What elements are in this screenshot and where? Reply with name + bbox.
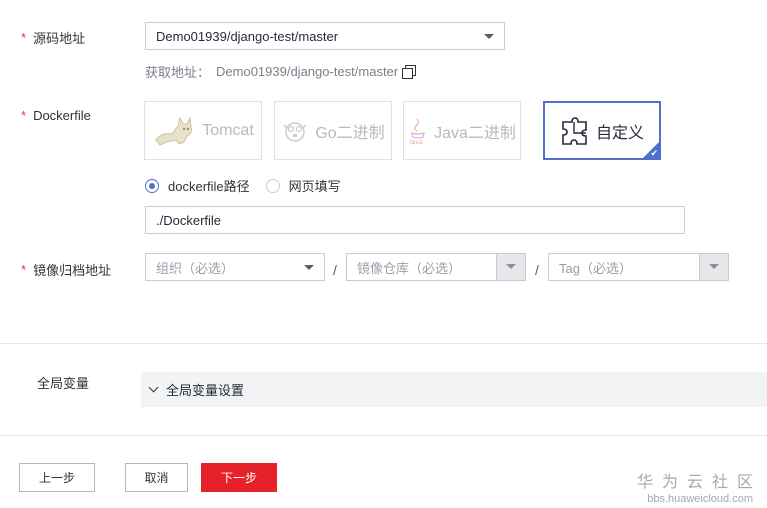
tile-java-binary[interactable]: Java Java二进制 — [403, 101, 521, 160]
radio-web-input[interactable]: 网页填写 — [265, 176, 341, 195]
fetch-address-hint: 获取地址： Demo01939/django-test/master — [145, 62, 417, 81]
svg-text:Java: Java — [409, 139, 423, 145]
required-asterisk: * — [21, 108, 27, 123]
org-select[interactable]: 组织（必选） — [145, 253, 325, 281]
check-icon: ✔ — [650, 148, 658, 158]
image-archive-label-text: 镜像归档地址 — [33, 263, 112, 278]
cancel-button[interactable]: 取消 — [125, 463, 188, 492]
image-archive-label: * 镜像归档地址 — [21, 260, 111, 279]
org-placeholder: 组织（必选） — [156, 260, 235, 276]
global-vars-collapse[interactable]: 全局变量设置 — [141, 372, 767, 407]
dockerfile-source-radio-group: dockerfile路径 网页填写 — [145, 176, 357, 195]
chevron-down-icon — [496, 254, 525, 280]
tomcat-cat-icon — [152, 114, 196, 148]
watermark-title: 华为云社区 — [636, 474, 762, 491]
source-address-select[interactable]: Demo01939/django-test/master — [145, 22, 505, 50]
radio-dot[interactable] — [265, 178, 280, 193]
prev-step-button[interactable]: 上一步 — [19, 463, 95, 492]
fetch-address-value: Demo01939/django-test/master — [216, 64, 399, 79]
watermark-url: bbs.huaweicloud.com — [647, 493, 753, 505]
tile-tomcat[interactable]: Tomcat — [144, 101, 262, 160]
section-divider — [0, 343, 767, 344]
source-address-value: Demo01939/django-test/master — [156, 28, 339, 44]
tile-custom-label: 自定义 — [595, 124, 644, 142]
dockerfile-path-input[interactable]: ./Dockerfile — [145, 206, 685, 234]
dockerfile-label: * Dockerfile — [21, 108, 91, 123]
tag-select[interactable]: Tag（必选） — [548, 253, 729, 281]
footer-divider — [0, 435, 767, 436]
gopher-icon — [281, 119, 309, 143]
path-separator: / — [333, 262, 337, 278]
required-asterisk: * — [21, 30, 27, 45]
java-cup-icon: Java — [408, 117, 428, 145]
tile-custom[interactable]: 自定义 ✔ — [543, 101, 661, 160]
tile-go-binary-label: Go二进制 — [315, 124, 385, 142]
repo-placeholder: 镜像仓库（必选） — [357, 260, 462, 276]
path-separator: / — [535, 262, 539, 278]
source-address-label-text: 源码地址 — [33, 31, 86, 46]
fetch-address-label: 获取地址： — [145, 65, 211, 80]
dockerfile-label-text: Dockerfile — [33, 108, 91, 123]
chevron-down-icon — [699, 254, 728, 280]
chevron-down-icon — [304, 265, 314, 270]
tile-java-binary-label: Java二进制 — [434, 124, 516, 142]
radio-dot-checked[interactable] — [145, 178, 159, 193]
copy-icon[interactable] — [402, 65, 417, 79]
radio-dockerfile-path[interactable]: dockerfile路径 — [145, 176, 250, 195]
watermark: 华为云社区 bbs.huaweicloud.com — [637, 468, 753, 505]
chevron-down-icon — [148, 382, 159, 393]
repo-select[interactable]: 镜像仓库（必选） — [346, 253, 526, 281]
chevron-down-icon — [484, 34, 494, 39]
puzzle-icon — [560, 116, 590, 146]
source-address-label: * 源码地址 — [21, 28, 85, 47]
global-vars-settings-label: 全局变量设置 — [166, 383, 245, 398]
radio-dockerfile-path-label: dockerfile路径 — [168, 179, 250, 194]
tile-go-binary[interactable]: Go二进制 — [274, 101, 392, 160]
radio-web-input-label: 网页填写 — [288, 179, 341, 194]
required-asterisk: * — [21, 262, 27, 277]
global-vars-label: 全局变量 — [37, 376, 90, 391]
next-step-button[interactable]: 下一步 — [201, 463, 277, 492]
tile-tomcat-label: Tomcat — [202, 121, 254, 139]
dockerfile-path-value: ./Dockerfile — [156, 212, 222, 228]
tag-placeholder: Tag（必选） — [559, 260, 632, 276]
